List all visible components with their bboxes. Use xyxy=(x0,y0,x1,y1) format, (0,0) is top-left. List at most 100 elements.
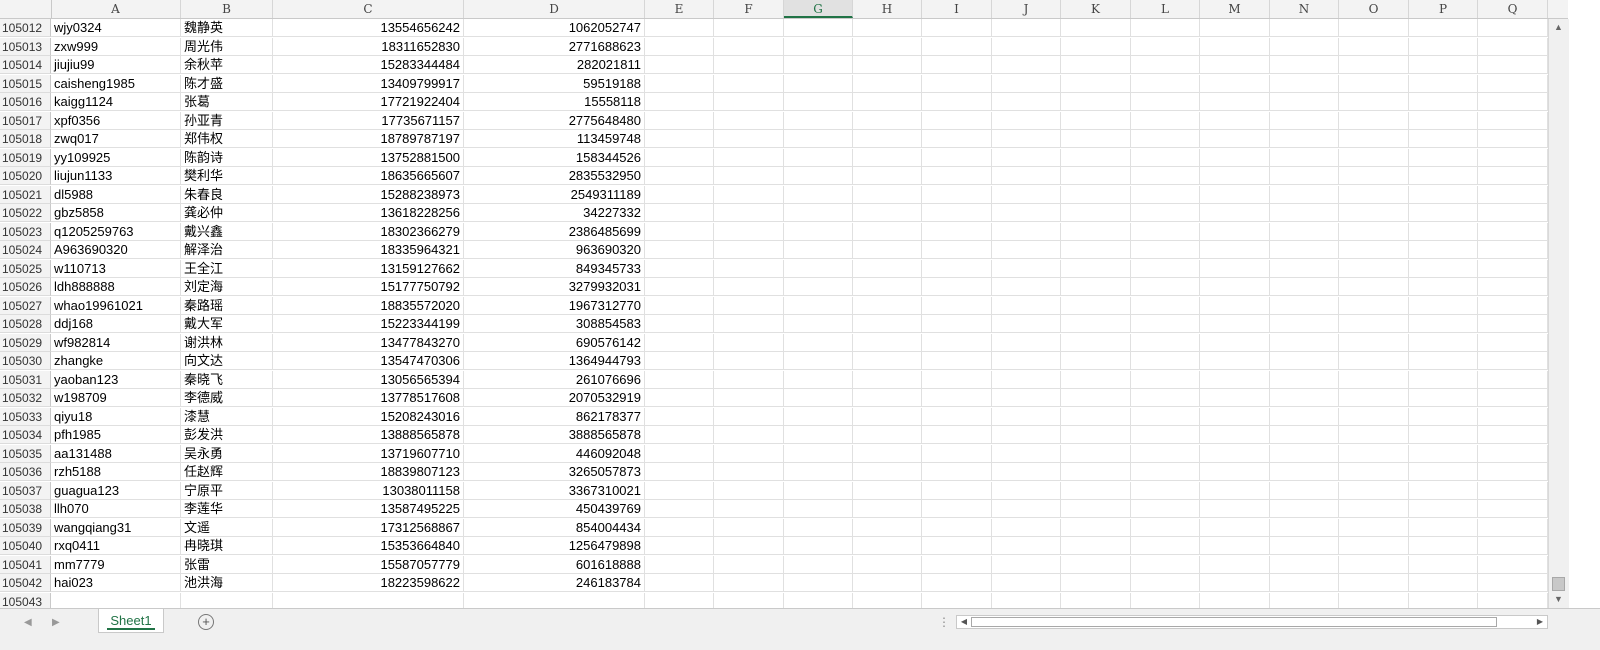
cell-h[interactable] xyxy=(853,463,922,481)
row-header[interactable]: 105037 xyxy=(0,481,51,500)
cell-n[interactable] xyxy=(1270,204,1339,222)
cell-j[interactable] xyxy=(992,148,1061,167)
cell-e[interactable] xyxy=(645,241,714,259)
cell-n[interactable] xyxy=(1270,500,1339,518)
cell-j[interactable] xyxy=(992,222,1061,241)
cell-i[interactable] xyxy=(922,278,992,296)
column-header-p[interactable]: P xyxy=(1409,0,1478,18)
cell-j[interactable] xyxy=(992,537,1061,555)
column-header-e[interactable]: E xyxy=(645,0,714,18)
cell-j[interactable] xyxy=(992,463,1061,481)
cell-f[interactable] xyxy=(714,500,784,518)
cell-c[interactable]: 18223598622 xyxy=(273,574,464,592)
cell-f[interactable] xyxy=(714,19,784,37)
cell-q[interactable] xyxy=(1478,37,1548,56)
cell-g[interactable] xyxy=(784,93,853,111)
cell-b[interactable]: 任赵辉 xyxy=(181,463,273,481)
row-header[interactable]: 105013 xyxy=(0,37,51,56)
cell-b[interactable]: 李莲华 xyxy=(181,500,273,518)
column-header-d[interactable]: D xyxy=(464,0,645,18)
cell-e[interactable] xyxy=(645,204,714,222)
vertical-scrollbar[interactable]: ▲ ▼ xyxy=(1548,19,1569,608)
cell-g[interactable] xyxy=(784,148,853,167)
cell-f[interactable] xyxy=(714,222,784,241)
cell-j[interactable] xyxy=(992,574,1061,592)
cell-n[interactable] xyxy=(1270,19,1339,37)
cell-k[interactable] xyxy=(1061,592,1131,608)
cell-n[interactable] xyxy=(1270,241,1339,259)
cell-l[interactable] xyxy=(1131,74,1200,93)
cell-k[interactable] xyxy=(1061,352,1131,370)
cell-e[interactable] xyxy=(645,148,714,167)
cell-o[interactable] xyxy=(1339,352,1409,370)
scroll-right-icon[interactable]: ▶ xyxy=(1534,616,1546,628)
cell-k[interactable] xyxy=(1061,407,1131,426)
cell-i[interactable] xyxy=(922,37,992,56)
cell-a[interactable]: llh070 xyxy=(51,500,181,518)
column-header-l[interactable]: L xyxy=(1131,0,1200,18)
cell-m[interactable] xyxy=(1200,111,1270,130)
cell-q[interactable] xyxy=(1478,407,1548,426)
cell-k[interactable] xyxy=(1061,463,1131,481)
cell-m[interactable] xyxy=(1200,278,1270,296)
cell-a[interactable]: wf982814 xyxy=(51,333,181,352)
cell-f[interactable] xyxy=(714,463,784,481)
cell-c[interactable]: 18311652830 xyxy=(273,37,464,56)
cell-l[interactable] xyxy=(1131,259,1200,278)
cell-m[interactable] xyxy=(1200,148,1270,167)
column-header-g[interactable]: G xyxy=(784,0,853,18)
cell-o[interactable] xyxy=(1339,167,1409,185)
cell-i[interactable] xyxy=(922,241,992,259)
cell-b[interactable]: 龚必仲 xyxy=(181,204,273,222)
cell-m[interactable] xyxy=(1200,463,1270,481)
cell-f[interactable] xyxy=(714,278,784,296)
cell-o[interactable] xyxy=(1339,148,1409,167)
cell-p[interactable] xyxy=(1409,111,1478,130)
cell-j[interactable] xyxy=(992,315,1061,333)
row-header[interactable]: 105030 xyxy=(0,352,51,370)
cell-l[interactable] xyxy=(1131,481,1200,500)
cell-o[interactable] xyxy=(1339,537,1409,555)
cell-b[interactable]: 李德威 xyxy=(181,389,273,407)
cell-c[interactable]: 15223344199 xyxy=(273,315,464,333)
cell-c[interactable]: 17312568867 xyxy=(273,518,464,537)
cell-i[interactable] xyxy=(922,333,992,352)
prev-sheet-icon[interactable]: ◀ xyxy=(24,617,32,628)
cell-j[interactable] xyxy=(992,167,1061,185)
cell-d[interactable]: 59519188 xyxy=(464,74,645,93)
cell-a[interactable]: w198709 xyxy=(51,389,181,407)
cell-d[interactable]: 446092048 xyxy=(464,444,645,463)
cell-i[interactable] xyxy=(922,407,992,426)
row-header[interactable]: 105027 xyxy=(0,296,51,315)
cell-i[interactable] xyxy=(922,389,992,407)
cell-j[interactable] xyxy=(992,333,1061,352)
cell-g[interactable] xyxy=(784,463,853,481)
cell-h[interactable] xyxy=(853,444,922,463)
row-header[interactable]: 105035 xyxy=(0,444,51,463)
cell-l[interactable] xyxy=(1131,592,1200,608)
cell-j[interactable] xyxy=(992,296,1061,315)
cell-c[interactable]: 15283344484 xyxy=(273,56,464,74)
cell-q[interactable] xyxy=(1478,204,1548,222)
cell-m[interactable] xyxy=(1200,389,1270,407)
column-header-h[interactable]: H xyxy=(853,0,922,18)
cell-h[interactable] xyxy=(853,333,922,352)
cell-o[interactable] xyxy=(1339,111,1409,130)
row-header[interactable]: 105039 xyxy=(0,518,51,537)
cell-b[interactable]: 文遥 xyxy=(181,518,273,537)
cell-h[interactable] xyxy=(853,74,922,93)
cell-q[interactable] xyxy=(1478,241,1548,259)
row-header[interactable]: 105034 xyxy=(0,426,51,444)
cell-i[interactable] xyxy=(922,518,992,537)
cell-j[interactable] xyxy=(992,111,1061,130)
cell-o[interactable] xyxy=(1339,333,1409,352)
cell-q[interactable] xyxy=(1478,444,1548,463)
cell-k[interactable] xyxy=(1061,37,1131,56)
cell-a[interactable]: wangqiang31 xyxy=(51,518,181,537)
cell-o[interactable] xyxy=(1339,592,1409,608)
cell-d[interactable]: 3367310021 xyxy=(464,481,645,500)
cell-i[interactable] xyxy=(922,352,992,370)
cell-n[interactable] xyxy=(1270,389,1339,407)
cell-c[interactable] xyxy=(273,592,464,608)
cell-j[interactable] xyxy=(992,370,1061,389)
